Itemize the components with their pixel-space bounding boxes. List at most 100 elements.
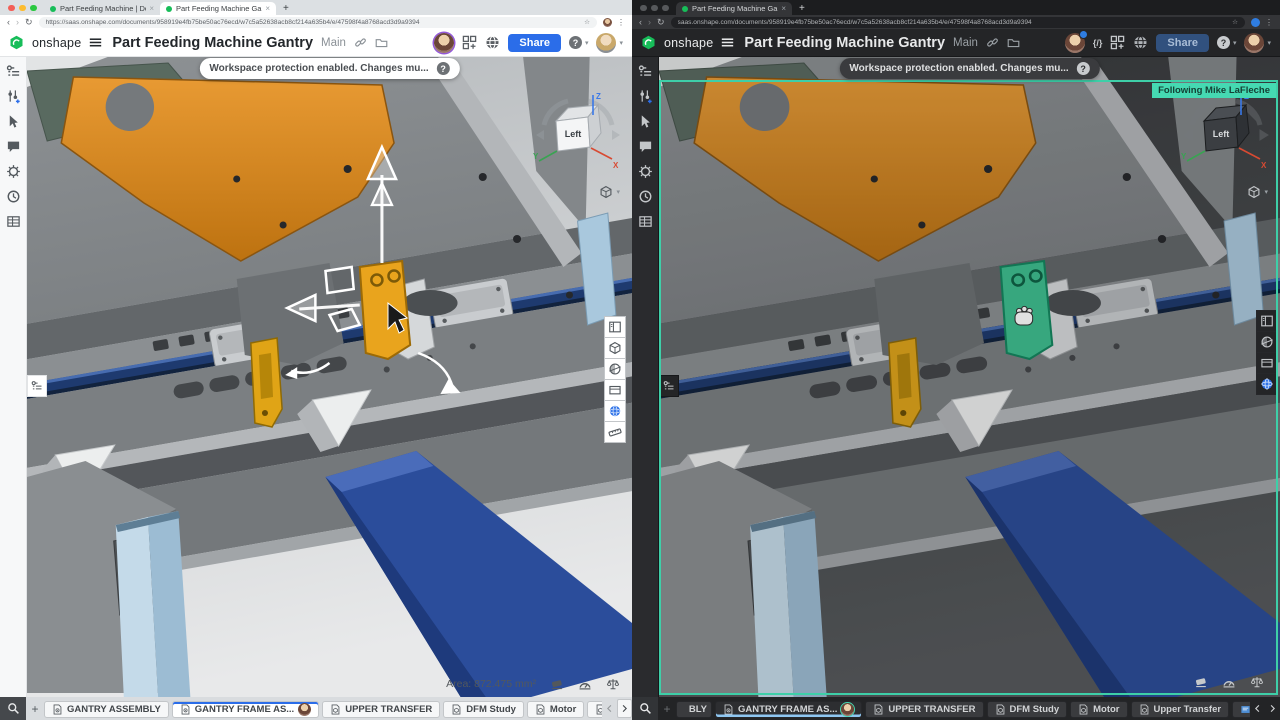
doc-tab-dfm-study[interactable]: DFM Study: [443, 701, 524, 718]
globe-icon[interactable]: [485, 35, 500, 50]
app-grid-icon[interactable]: [1110, 35, 1125, 50]
reload-icon[interactable]: ↻: [657, 18, 665, 27]
close-window-icon[interactable]: [8, 5, 15, 12]
bookmark-star-icon[interactable]: ☆: [584, 18, 590, 26]
settings-help-icon[interactable]: [6, 164, 21, 179]
bookmark-star-icon[interactable]: ☆: [1232, 18, 1238, 26]
globe-icon[interactable]: [1133, 35, 1148, 50]
view-options-menu[interactable]: ▾: [599, 185, 620, 199]
app-grid-icon[interactable]: [462, 35, 477, 50]
help-menu[interactable]: ? ▾: [1217, 36, 1237, 49]
close-window-icon[interactable]: [640, 5, 647, 12]
cad-viewport[interactable]: Following Mike LaFleche Workspace protec…: [659, 57, 1280, 697]
address-bar[interactable]: saas.onshape.com/documents/958919e4fb75b…: [671, 17, 1245, 28]
view-options-menu[interactable]: ▾: [1247, 185, 1268, 199]
selection-tool-icon[interactable]: [638, 114, 653, 129]
folder-icon[interactable]: [1007, 36, 1020, 49]
code-icon[interactable]: {/}: [1093, 38, 1103, 48]
doc-tab-motor[interactable]: Motor: [527, 701, 584, 718]
doc-tab-dfm-study[interactable]: DFM Study: [987, 701, 1068, 718]
settings-help-icon[interactable]: [638, 164, 653, 179]
address-bar[interactable]: https://saas.onshape.com/documents/95891…: [39, 17, 597, 28]
search-tabs-button[interactable]: [632, 697, 658, 720]
bom-table-icon[interactable]: [6, 214, 21, 229]
doc-tab-upper-transfer[interactable]: UPPER TRANSFER: [865, 701, 983, 718]
tab-scroll-left-icon[interactable]: [1250, 699, 1265, 718]
new-tab-button[interactable]: +: [792, 2, 812, 15]
tab-scroll-right-icon[interactable]: [1265, 699, 1280, 718]
maximize-window-icon[interactable]: [662, 5, 669, 12]
help-icon[interactable]: ?: [1217, 36, 1230, 49]
instances-panel-toggle[interactable]: [659, 375, 679, 397]
panel-layout-button[interactable]: [604, 316, 626, 338]
doc-tab-upper-tr[interactable]: Upper Tr: [587, 701, 602, 718]
feature-list-icon[interactable]: [638, 64, 653, 79]
main-menu-icon[interactable]: [89, 36, 102, 49]
toast-help-icon[interactable]: ?: [1077, 62, 1090, 75]
doc-tab-gantry-frame[interactable]: GANTRY FRAME AS...: [172, 701, 319, 718]
tab-scroll-right-icon[interactable]: [617, 699, 632, 718]
macos-traffic-lights[interactable]: [8, 5, 37, 12]
add-tab-button[interactable]: +: [26, 702, 44, 716]
minimize-window-icon[interactable]: [651, 5, 658, 12]
minimize-window-icon[interactable]: [19, 5, 26, 12]
eraser-icon[interactable]: [1194, 675, 1208, 689]
reload-icon[interactable]: ↻: [25, 18, 33, 27]
back-icon[interactable]: ‹: [7, 18, 10, 27]
cad-viewport[interactable]: Workspace protection enabled. Changes mu…: [27, 57, 632, 697]
view-cube-face-label[interactable]: Left: [565, 129, 582, 139]
forward-icon[interactable]: ›: [648, 18, 651, 27]
configurations-icon[interactable]: [6, 89, 21, 104]
performance-gauge-icon[interactable]: [1222, 675, 1236, 689]
view-cube-face-label[interactable]: Left: [1213, 129, 1230, 139]
isometric-view-button[interactable]: [604, 337, 626, 359]
comments-icon[interactable]: [6, 139, 21, 154]
share-button[interactable]: Share: [1156, 34, 1209, 52]
doc-tab-motor[interactable]: Motor: [1070, 701, 1127, 718]
close-tab-icon[interactable]: ×: [265, 4, 270, 13]
browser-tab-inactive[interactable]: Part Feeding Machine | Doc... ×: [44, 2, 160, 15]
user-menu[interactable]: ▾: [1244, 33, 1271, 53]
browser-tab-active[interactable]: Part Feeding Machine Gant... ×: [676, 2, 792, 15]
mass-properties-icon[interactable]: [1250, 675, 1264, 689]
doc-tab-gantry-assembly[interactable]: GANTRY ASSEMBLY: [44, 701, 169, 718]
browser-menu-icon[interactable]: ⋮: [1265, 18, 1273, 27]
view-cube[interactable]: Left Z X Y: [1180, 89, 1272, 181]
close-tab-icon[interactable]: ×: [781, 4, 786, 13]
mass-properties-icon[interactable]: [606, 677, 620, 691]
share-button[interactable]: Share: [508, 34, 561, 52]
link-icon[interactable]: [986, 36, 999, 49]
comments-icon[interactable]: [638, 139, 653, 154]
versions-history-icon[interactable]: [638, 189, 653, 204]
performance-gauge-icon[interactable]: [578, 677, 592, 691]
browser-profile-avatar[interactable]: [1251, 18, 1260, 27]
add-tab-button[interactable]: +: [658, 702, 676, 716]
new-tab-button[interactable]: +: [276, 2, 296, 15]
collaborator-avatar[interactable]: [434, 33, 454, 53]
search-tabs-button[interactable]: [0, 697, 26, 720]
user-menu[interactable]: ▾: [596, 33, 623, 53]
workspace-branch[interactable]: Main: [321, 37, 346, 49]
measure-button[interactable]: [604, 421, 626, 443]
workspace-branch[interactable]: Main: [953, 37, 978, 49]
selection-tool-icon[interactable]: [6, 114, 21, 129]
browser-tab-active[interactable]: Part Feeding Machine Gant... ×: [160, 2, 276, 15]
eraser-icon[interactable]: [550, 677, 564, 691]
user-avatar[interactable]: [596, 33, 616, 53]
close-tab-icon[interactable]: ×: [149, 4, 154, 13]
exploded-view-button[interactable]: [1256, 352, 1278, 374]
user-avatar[interactable]: [1244, 33, 1264, 53]
forward-icon[interactable]: ›: [16, 18, 19, 27]
doc-tab-upper-transfer-2[interactable]: Upper Transfer: [1131, 701, 1230, 718]
doc-tab-upper-transfer[interactable]: UPPER TRANSFER: [322, 701, 440, 718]
appearance-button[interactable]: [604, 400, 626, 422]
section-view-button[interactable]: [604, 358, 626, 380]
view-cube[interactable]: Left Z X Y: [532, 89, 624, 181]
collaborator-avatar[interactable]: [1065, 33, 1085, 53]
back-icon[interactable]: ‹: [639, 18, 642, 27]
doc-tab-gantry-frame[interactable]: GANTRY FRAME AS...: [715, 701, 862, 718]
browser-menu-icon[interactable]: ⋮: [617, 18, 625, 27]
browser-profile-avatar[interactable]: [603, 18, 612, 27]
help-menu[interactable]: ? ▾: [569, 36, 589, 49]
main-menu-icon[interactable]: [721, 36, 734, 49]
